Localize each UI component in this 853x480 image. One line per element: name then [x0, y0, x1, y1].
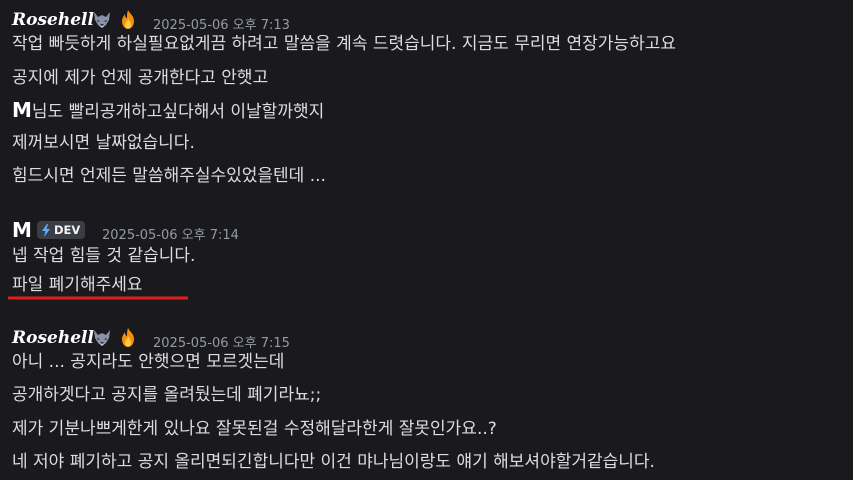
- message-line: 공지에 제가 언제 공개한다고 안햇고: [12, 68, 269, 88]
- timestamp: 2025-05-06 오후 7:15: [153, 336, 290, 351]
- author-name[interactable]: M: [12, 218, 32, 242]
- role-badge: DEV: [37, 221, 86, 239]
- message-group: M DEV 2025-05-06 오후 7:14 넵 작업 힘들 것 같습니다.…: [0, 218, 853, 295]
- timestamp: 2025-05-06 오후 7:13: [153, 18, 290, 33]
- red-underline-annotation: [8, 296, 188, 300]
- wolf-icon: [94, 330, 110, 346]
- message-header: M DEV 2025-05-06 오후 7:14: [0, 218, 853, 243]
- message-line: 제꺼보시면 날짜없습니다.: [12, 133, 195, 153]
- message-group: Rosehell 2025-05-06 오후 7:13 작업 빠듯하게 하실필요…: [0, 8, 853, 186]
- fire-icon: [122, 328, 134, 347]
- message-line: 아니 ... 공지라도 안햇으면 모르겟는데: [12, 352, 285, 372]
- message-line: 공개하겟다고 공지를 올려뒀는데 폐기라뇨;;: [12, 385, 322, 405]
- message-header: Rosehell 2025-05-06 오후 7:13: [0, 8, 853, 33]
- fire-icon: [122, 10, 134, 29]
- author-name[interactable]: Rosehell: [12, 328, 94, 348]
- message-header: Rosehell 2025-05-06 오후 7:15: [0, 326, 853, 351]
- message-line: 파일 폐기해주세요: [12, 275, 143, 295]
- message-line: M님도 빨리공개하고싶다해서 이날할까햇지: [12, 100, 324, 122]
- lightning-icon: [42, 223, 50, 237]
- chat-log: Rosehell 2025-05-06 오후 7:13 작업 빠듯하게 하실필요…: [0, 0, 853, 480]
- author-name[interactable]: Rosehell: [12, 10, 94, 30]
- message-text: 님도 빨리공개하고싶다해서 이날할까햇지: [31, 102, 325, 122]
- message-line: 힘드시면 언제든 말씀해주실수있었을텐데 ...: [12, 166, 326, 186]
- timestamp: 2025-05-06 오후 7:14: [102, 228, 239, 243]
- message-group: Rosehell 2025-05-06 오후 7:15 아니 ... 공지라도 …: [0, 326, 853, 472]
- message-line: 네 저야 폐기하고 공지 올리면되긴합니다만 이건 먀나님이랑도 얘기 해보셔야…: [12, 452, 655, 472]
- wolf-icon: [94, 12, 110, 28]
- mention-m[interactable]: M: [12, 98, 32, 122]
- badge-label: DEV: [54, 223, 81, 237]
- message-line: 넵 작업 힘들 것 같습니다.: [12, 246, 196, 266]
- message-line: 작업 빠듯하게 하실필요없게끔 하려고 말씀을 계속 드렷습니다. 지금도 무리…: [12, 34, 676, 54]
- message-line: 제가 기분나쁘게한게 있나요 잘못된걸 수정해달라한게 잘못인가요..?: [12, 419, 497, 439]
